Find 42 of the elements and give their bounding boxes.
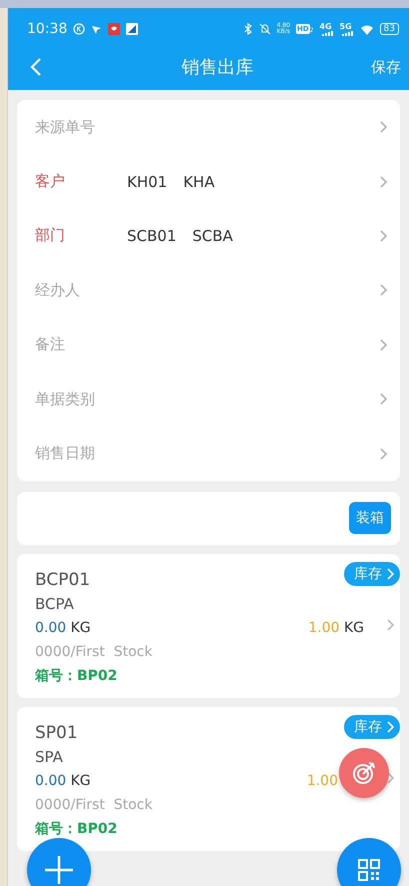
form-row[interactable]: 销售日期 <box>17 426 400 481</box>
unit-label: KG <box>70 772 91 789</box>
location-text: 0000/First Stock <box>35 644 152 660</box>
field-label: 备注 <box>35 335 66 354</box>
status-time: 10:38 <box>27 21 68 37</box>
form-row[interactable]: 经办人 <box>17 263 400 318</box>
item-code: BCP01 <box>35 570 90 590</box>
quantity-value: 0.00 <box>35 772 66 789</box>
item-name: BCPA <box>35 594 74 613</box>
pack-button[interactable]: 装箱 <box>349 502 391 534</box>
unit-label: KG <box>70 620 91 636</box>
unit-label: KG <box>342 620 364 636</box>
field-value: SCBA <box>192 226 233 245</box>
field-value: SCB01 <box>127 226 176 245</box>
save-button[interactable]: 保存 <box>367 54 405 80</box>
quantity-value: 0.00 <box>35 620 66 636</box>
item-name: SPA <box>35 748 63 766</box>
form-row[interactable]: 部门 SCB01 SCBA <box>17 208 400 264</box>
form-row[interactable]: 客户 KH01 KHA <box>17 154 400 209</box>
form-row[interactable]: 备注 <box>17 318 400 372</box>
field-value: KH01 <box>127 172 168 191</box>
location-text: 0000/First Stock <box>35 796 152 813</box>
stock-quantity: 1.00 <box>308 620 340 636</box>
field-label: 客户 <box>35 172 66 192</box>
field-label: 经办人 <box>35 280 81 300</box>
network-type: 4G <box>320 22 333 30</box>
field-label: 单据类别 <box>35 390 96 409</box>
page-title: 销售出库 <box>182 56 254 79</box>
field-label: 部门 <box>35 226 66 246</box>
stock-button[interactable]: 库存 <box>344 562 400 586</box>
item-code: SP01 <box>35 722 78 743</box>
field-value: KHA <box>183 172 215 191</box>
box-number: 箱号：BP02 <box>35 666 118 685</box>
stock-button[interactable]: 库存 <box>344 714 400 739</box>
form-row[interactable]: 来源单号 <box>17 100 400 154</box>
field-label: 销售日期 <box>35 444 96 464</box>
battery-level: 83 <box>380 23 399 35</box>
network-type: 5G <box>340 22 353 30</box>
stock-quantity: 1.00 <box>306 772 338 789</box>
box-number: 箱号：BP02 <box>35 820 118 838</box>
field-label: 来源单号 <box>35 118 96 137</box>
form-row[interactable]: 单据类别 <box>17 372 400 426</box>
